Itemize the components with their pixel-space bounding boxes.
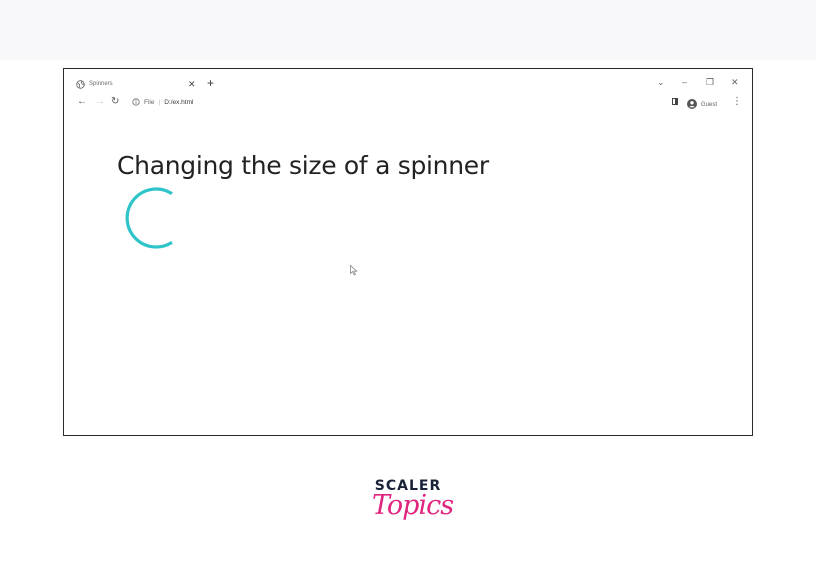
scaler-topics-logo: SCALER Topics (372, 478, 454, 536)
back-button[interactable]: ← (77, 95, 87, 109)
address-scheme-label: File (144, 98, 155, 106)
profile-button[interactable]: Guest (687, 96, 717, 114)
account-circle-icon (687, 96, 697, 114)
address-bar[interactable]: File | D:/ex.html (132, 95, 193, 109)
address-url[interactable]: D:/ex.html (164, 99, 193, 106)
forward-button[interactable]: → (95, 95, 105, 109)
close-window-button[interactable]: ✕ (731, 76, 739, 88)
page-heading: Changing the size of a spinner (117, 151, 489, 180)
tab-close-icon[interactable]: ✕ (188, 77, 196, 91)
tab-bar: Spinners ✕ + ⌄ – ❐ ✕ (64, 69, 752, 95)
minimize-button[interactable]: – (682, 76, 687, 88)
profile-label: Guest (701, 102, 718, 108)
side-panel-icon[interactable] (672, 98, 678, 105)
info-icon[interactable] (132, 98, 140, 106)
tab-spinners[interactable]: Spinners (76, 77, 198, 91)
tab-title: Spinners (89, 81, 113, 87)
browser-toolbar: ← → ↻ File | D:/ex.html Guest ⋮ (64, 95, 752, 109)
mouse-cursor-icon (350, 265, 358, 276)
logo-topics-text: Topics (372, 490, 454, 521)
spinner (125, 187, 173, 249)
tab-search-icon[interactable]: ⌄ (657, 76, 665, 88)
address-separator: | (158, 98, 161, 106)
reload-button[interactable]: ↻ (111, 95, 119, 109)
new-tab-button[interactable]: + (207, 76, 214, 90)
globe-icon (76, 79, 85, 89)
more-menu-icon[interactable]: ⋮ (732, 95, 742, 109)
top-background-band (0, 0, 816, 60)
restore-button[interactable]: ❐ (706, 76, 714, 88)
browser-window: Spinners ✕ + ⌄ – ❐ ✕ ← → ↻ File | D:/ex.… (63, 68, 753, 436)
